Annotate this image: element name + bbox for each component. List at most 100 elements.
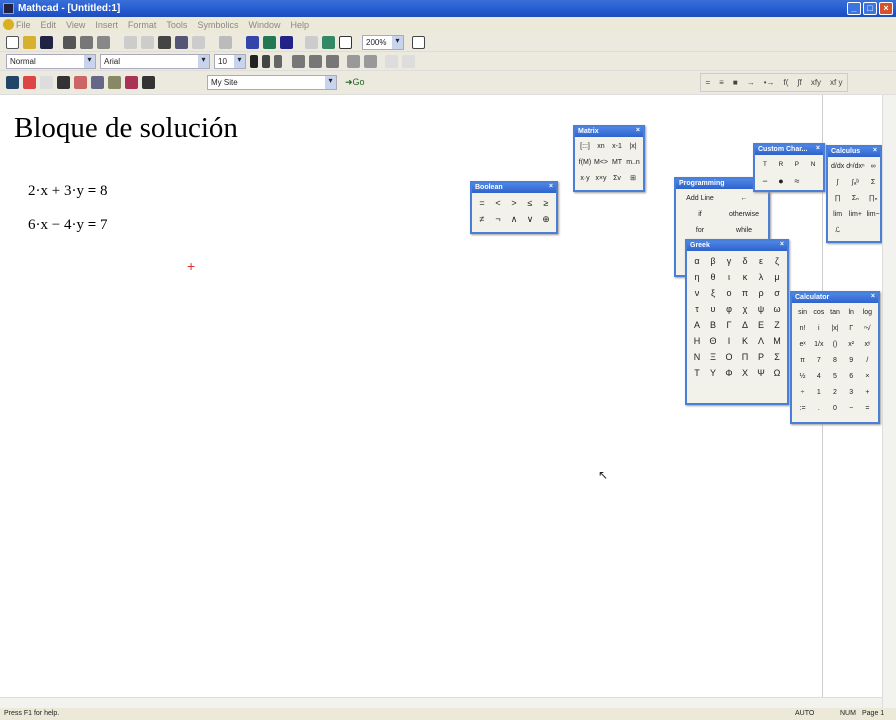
underline-icon[interactable] bbox=[274, 54, 282, 68]
align-right-icon[interactable] bbox=[326, 54, 339, 68]
programming-palette-button[interactable]: Add Line bbox=[679, 192, 721, 206]
menu-view[interactable]: View bbox=[66, 20, 85, 30]
custom-palette-button[interactable]: ᴿ bbox=[774, 158, 788, 172]
greek-palette-button[interactable]: Ω bbox=[770, 366, 784, 380]
calculator-palette-button[interactable]: 5 bbox=[827, 370, 842, 384]
spell-check-icon[interactable] bbox=[97, 35, 110, 49]
boolean-palette-button[interactable]: ∨ bbox=[523, 212, 537, 226]
boolean-palette-button[interactable]: < bbox=[491, 196, 505, 210]
greek-palette-button[interactable]: Ν bbox=[690, 350, 704, 364]
calculator-palette-button[interactable]: 1/x bbox=[811, 338, 826, 352]
calculator-palette-button[interactable]: i bbox=[811, 322, 826, 336]
paste-icon[interactable] bbox=[158, 35, 171, 49]
eval-symbolic[interactable]: → bbox=[747, 78, 755, 87]
greek-palette-button[interactable]: Η bbox=[690, 334, 704, 348]
evaluation-toolbar-icon[interactable] bbox=[57, 76, 70, 89]
matrix-palette-button[interactable]: MT bbox=[610, 156, 624, 170]
calculator-palette-button[interactable]: eˣ bbox=[795, 338, 810, 352]
save-icon[interactable] bbox=[40, 35, 53, 49]
custom-palette-button[interactable]: ≈ bbox=[790, 174, 804, 188]
greek-palette-button[interactable]: ζ bbox=[770, 254, 784, 268]
boolean-palette-button[interactable]: ≥ bbox=[539, 196, 553, 210]
calculator-palette-button[interactable]: 0 bbox=[827, 402, 842, 416]
greek-palette-button[interactable]: Λ bbox=[754, 334, 768, 348]
calculus-toolbar-icon[interactable] bbox=[74, 76, 87, 89]
close-icon[interactable]: × bbox=[549, 183, 553, 190]
calculator-palette-button[interactable]: xʸ bbox=[860, 338, 875, 352]
help-icon[interactable] bbox=[412, 35, 425, 49]
greek-palette-button[interactable]: Θ bbox=[706, 334, 720, 348]
calculus-palette-button[interactable]: lim− bbox=[867, 208, 880, 222]
open-icon[interactable] bbox=[23, 35, 36, 49]
greek-palette-button[interactable]: ι bbox=[722, 270, 736, 284]
greek-palette-button[interactable]: φ bbox=[722, 302, 736, 316]
greek-palette-button[interactable]: Γ bbox=[722, 318, 736, 332]
equation-2[interactable]: 6·x − 4·y = 7 bbox=[28, 217, 108, 234]
undo-icon[interactable] bbox=[175, 35, 188, 49]
calculator-palette-button[interactable]: tan bbox=[827, 306, 842, 320]
greek-palette-button[interactable]: γ bbox=[722, 254, 736, 268]
matrix-palette-button[interactable]: xn bbox=[594, 140, 608, 154]
greek-palette-button[interactable]: Ζ bbox=[770, 318, 784, 332]
matrix-toolbar-icon[interactable] bbox=[40, 76, 53, 89]
calculator-palette-button[interactable]: |x| bbox=[827, 322, 842, 336]
document-icon[interactable] bbox=[3, 19, 14, 30]
menu-edit[interactable]: Edit bbox=[41, 20, 57, 30]
close-icon[interactable]: × bbox=[871, 293, 875, 300]
greek-palette-button[interactable]: Π bbox=[738, 350, 752, 364]
programming-toolbar-icon[interactable] bbox=[108, 76, 121, 89]
greek-palette-button[interactable]: μ bbox=[770, 270, 784, 284]
calculator-palette-button[interactable]: cos bbox=[811, 306, 826, 320]
greek-palette-button[interactable]: λ bbox=[754, 270, 768, 284]
new-icon[interactable] bbox=[6, 35, 19, 49]
font-select[interactable]: Arial bbox=[100, 53, 210, 69]
greek-palette-button[interactable]: δ bbox=[738, 254, 752, 268]
print-icon[interactable] bbox=[63, 35, 76, 49]
calculator-palette-button[interactable]: 2 bbox=[827, 386, 842, 400]
eval-treefix[interactable]: xf y bbox=[830, 78, 842, 87]
greek-palette-button[interactable]: Ο bbox=[722, 350, 736, 364]
boolean-palette-button[interactable]: ≠ bbox=[475, 212, 489, 226]
component-wizard-icon[interactable] bbox=[322, 35, 335, 49]
greek-palette-button[interactable]: ρ bbox=[754, 286, 768, 300]
boolean-palette-button[interactable]: > bbox=[507, 196, 521, 210]
greek-palette-button[interactable]: Μ bbox=[770, 334, 784, 348]
calculator-palette-button[interactable]: log bbox=[860, 306, 875, 320]
boolean-palette-button[interactable]: ⊕ bbox=[539, 212, 553, 226]
calculus-palette-button[interactable]: ℒ bbox=[831, 224, 844, 238]
bullets-icon[interactable] bbox=[347, 54, 360, 68]
programming-palette-button[interactable]: if bbox=[679, 208, 721, 222]
matrix-palette-button[interactable]: Σv bbox=[610, 172, 624, 186]
programming-palette-button[interactable]: otherwise bbox=[723, 208, 765, 222]
calculator-palette-button[interactable]: ½ bbox=[795, 370, 810, 384]
greek-palette-button[interactable]: χ bbox=[738, 302, 752, 316]
calculator-palette-button[interactable]: 9 bbox=[844, 354, 859, 368]
greek-palette-button[interactable]: ω bbox=[770, 302, 784, 316]
calculator-palette-button[interactable]: n! bbox=[795, 322, 810, 336]
calculator-palette-button[interactable]: ÷ bbox=[795, 386, 810, 400]
calculator-palette-button[interactable]: ln bbox=[844, 306, 859, 320]
greek-palette-button[interactable]: Ρ bbox=[754, 350, 768, 364]
calculus-palette-button[interactable]: Σₙ bbox=[846, 192, 864, 206]
insert-unit-icon[interactable] bbox=[263, 35, 276, 49]
insert-function-icon[interactable] bbox=[246, 35, 259, 49]
boolean-palette-button[interactable]: ¬ bbox=[491, 212, 505, 226]
calculator-palette-button[interactable]: x² bbox=[844, 338, 859, 352]
matrix-palette-button[interactable]: ⊞ bbox=[626, 172, 640, 186]
style-select[interactable]: Normal bbox=[6, 53, 96, 69]
calculator-palette-button[interactable]: := bbox=[795, 402, 810, 416]
calculator-palette-button[interactable]: + bbox=[860, 386, 875, 400]
worksheet-heading[interactable]: Bloque de solución bbox=[14, 112, 238, 145]
custom-palette-button[interactable]: ᴺ bbox=[806, 158, 820, 172]
greek-palette-button[interactable]: Β bbox=[706, 318, 720, 332]
menu-help[interactable]: Help bbox=[290, 20, 309, 30]
menu-file[interactable]: File bbox=[16, 20, 31, 30]
calculator-palette-button[interactable]: 3 bbox=[844, 386, 859, 400]
boolean-palette-button[interactable]: ≤ bbox=[523, 196, 537, 210]
greek-palette-button[interactable]: θ bbox=[706, 270, 720, 284]
font-size-select[interactable]: 10 bbox=[214, 53, 246, 69]
greek-palette-button[interactable]: Α bbox=[690, 318, 704, 332]
calculus-palette-button[interactable]: d/dx bbox=[831, 160, 844, 174]
go-button[interactable]: ➜Go bbox=[345, 77, 365, 88]
minimize-button[interactable]: _ bbox=[847, 2, 861, 15]
